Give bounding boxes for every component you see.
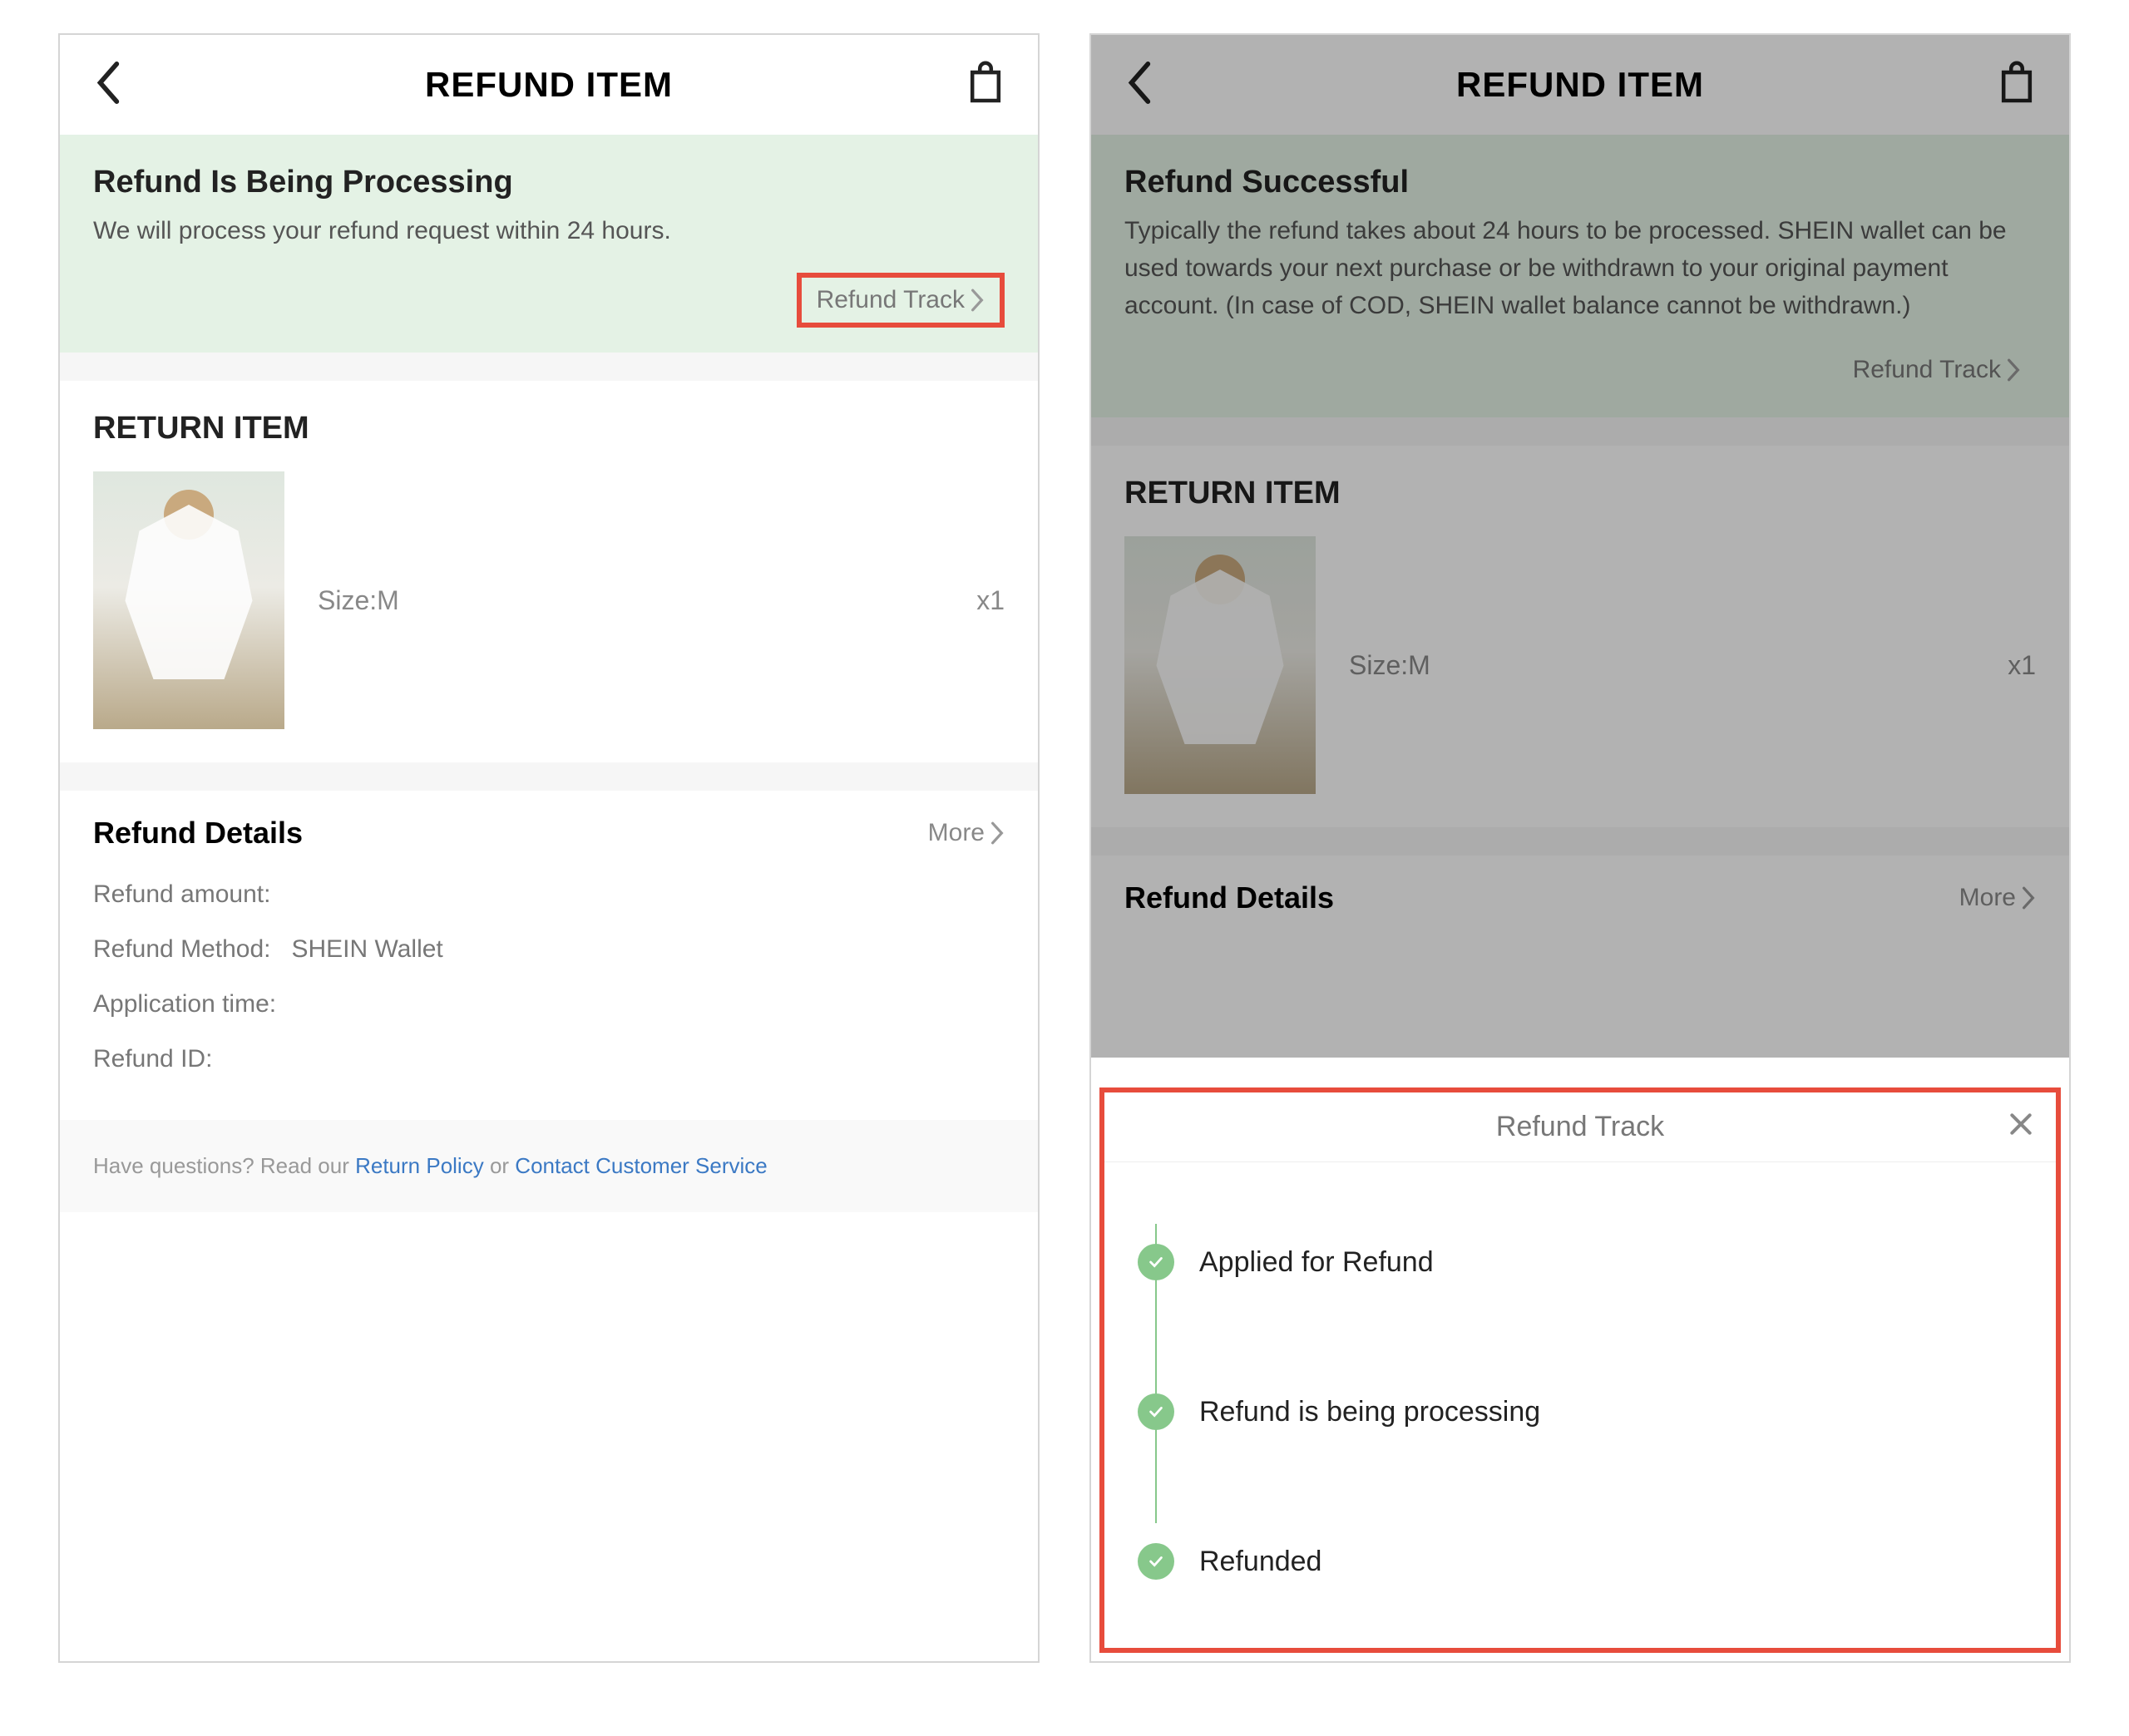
return-item-heading: RETURN ITEM — [93, 411, 1005, 446]
shopping-bag-button[interactable] — [1998, 62, 2036, 109]
return-item-heading: RETURN ITEM — [1124, 476, 2036, 511]
track-step: Refunded — [1138, 1487, 2023, 1636]
more-label: More — [928, 819, 985, 847]
chevron-right-icon — [2021, 886, 2036, 910]
banner-description: We will process your refund request with… — [93, 212, 1005, 249]
page-title: REFUND ITEM — [425, 65, 673, 105]
status-banner: Refund Is Being Processing We will proce… — [60, 135, 1038, 353]
product-qty: x1 — [2008, 650, 2036, 681]
page-title: REFUND ITEM — [1456, 65, 1704, 105]
close-button[interactable] — [2008, 1111, 2034, 1145]
step-dot-icon — [1138, 1244, 1174, 1280]
bag-icon — [1998, 62, 2036, 105]
banner-description: Typically the refund takes about 24 hour… — [1124, 212, 2036, 324]
refund-track-label: Refund Track — [1853, 356, 2001, 384]
refund-track-link[interactable]: Refund Track — [1838, 348, 2036, 392]
refund-details-section: Refund Details More — [1091, 856, 2069, 932]
back-button[interactable] — [93, 62, 121, 109]
detail-refund-method: Refund Method: SHEIN Wallet — [60, 922, 1038, 977]
screen-right: REFUND ITEM Refund Successful Typically … — [1089, 33, 2071, 1663]
chevron-left-icon — [1124, 62, 1153, 105]
sheet-header: Refund Track — [1104, 1092, 2056, 1162]
refund-details-heading: Refund Details — [1124, 880, 1334, 915]
step-label: Refund is being processing — [1199, 1396, 1540, 1428]
product-qty: x1 — [976, 585, 1005, 616]
chevron-left-icon — [93, 62, 121, 105]
return-item-section: RETURN ITEM Size:M x1 — [60, 381, 1038, 762]
help-footer: Have questions? Read our Return Policy o… — [60, 1120, 1038, 1212]
sheet-title: Refund Track — [1496, 1111, 1664, 1142]
chevron-right-icon — [990, 821, 1005, 845]
close-icon — [2008, 1111, 2034, 1137]
refund-details-heading: Refund Details — [93, 816, 303, 851]
more-label: More — [1959, 884, 2016, 912]
contact-cs-link[interactable]: Contact Customer Service — [515, 1153, 767, 1178]
product-size: Size:M — [284, 585, 976, 616]
step-dot-icon — [1138, 1543, 1174, 1580]
track-step: Refund is being processing — [1138, 1337, 2023, 1487]
detail-refund-amount: Refund amount: — [60, 867, 1038, 922]
refund-details-section: Refund Details More Refund amount: Refun… — [60, 791, 1038, 1212]
banner-title: Refund Successful — [1124, 165, 2036, 200]
step-dot-icon — [1138, 1393, 1174, 1430]
back-button[interactable] — [1124, 62, 1153, 109]
more-link[interactable]: More — [1959, 884, 2036, 912]
product-thumbnail — [1124, 536, 1316, 794]
screen-left: REFUND ITEM Refund Is Being Processing W… — [58, 33, 1040, 1663]
bag-icon — [966, 62, 1005, 105]
chevron-right-icon — [2006, 358, 2021, 382]
refund-track-label: Refund Track — [817, 286, 965, 314]
chevron-right-icon — [970, 289, 985, 312]
header: REFUND ITEM — [60, 35, 1038, 135]
return-item-section: RETURN ITEM Size:M x1 — [1091, 446, 2069, 827]
detail-application-time: Application time: — [60, 977, 1038, 1032]
return-item-row[interactable]: Size:M x1 — [93, 471, 1005, 754]
refund-track-sheet: Refund Track Applied for Refund — [1099, 1087, 2061, 1653]
product-size: Size:M — [1316, 650, 2008, 681]
status-banner: Refund Successful Typically the refund t… — [1091, 135, 2069, 417]
return-policy-link[interactable]: Return Policy — [355, 1153, 484, 1178]
track-step: Applied for Refund — [1138, 1187, 2023, 1337]
return-item-row[interactable]: Size:M x1 — [1124, 536, 2036, 819]
track-steps: Applied for Refund Refund is being proce… — [1104, 1162, 2056, 1661]
refund-track-link[interactable]: Refund Track — [797, 273, 1005, 328]
detail-refund-id: Refund ID: — [60, 1032, 1038, 1087]
banner-title: Refund Is Being Processing — [93, 165, 1005, 200]
more-link[interactable]: More — [928, 819, 1005, 847]
step-label: Refunded — [1199, 1546, 1321, 1578]
shopping-bag-button[interactable] — [966, 62, 1005, 109]
step-label: Applied for Refund — [1199, 1246, 1434, 1279]
header: REFUND ITEM — [1091, 35, 2069, 135]
product-thumbnail — [93, 471, 284, 729]
